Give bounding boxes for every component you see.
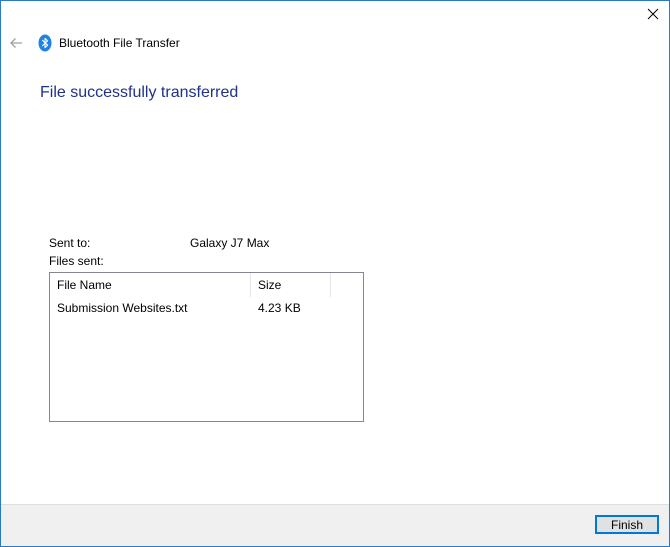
back-arrow-icon <box>10 38 22 48</box>
column-header-file-name[interactable]: File Name <box>50 273 251 297</box>
sent-to-value: Galaxy J7 Max <box>190 236 270 250</box>
close-icon <box>647 8 659 20</box>
list-header: File Name Size <box>50 273 363 297</box>
files-sent-list[interactable]: File Name Size Submission Websites.txt 4… <box>49 272 364 422</box>
bluetooth-icon <box>38 34 52 52</box>
back-button[interactable] <box>6 34 26 52</box>
close-button[interactable] <box>637 1 669 27</box>
files-sent-label: Files sent: <box>49 254 104 268</box>
page-heading: File successfully transferred <box>40 84 239 101</box>
column-header-size[interactable]: Size <box>251 273 331 297</box>
footer-bar: Finish <box>1 504 669 546</box>
bluetooth-transfer-window: Bluetooth File Transfer File successfull… <box>0 0 670 547</box>
window-title: Bluetooth File Transfer <box>59 36 180 50</box>
sent-to-label: Sent to: <box>49 236 91 250</box>
file-size-cell: 4.23 KB <box>258 301 301 315</box>
list-item[interactable]: Submission Websites.txt 4.23 KB <box>50 297 363 319</box>
file-name-cell: Submission Websites.txt <box>57 301 188 315</box>
finish-button[interactable]: Finish <box>595 515 659 534</box>
